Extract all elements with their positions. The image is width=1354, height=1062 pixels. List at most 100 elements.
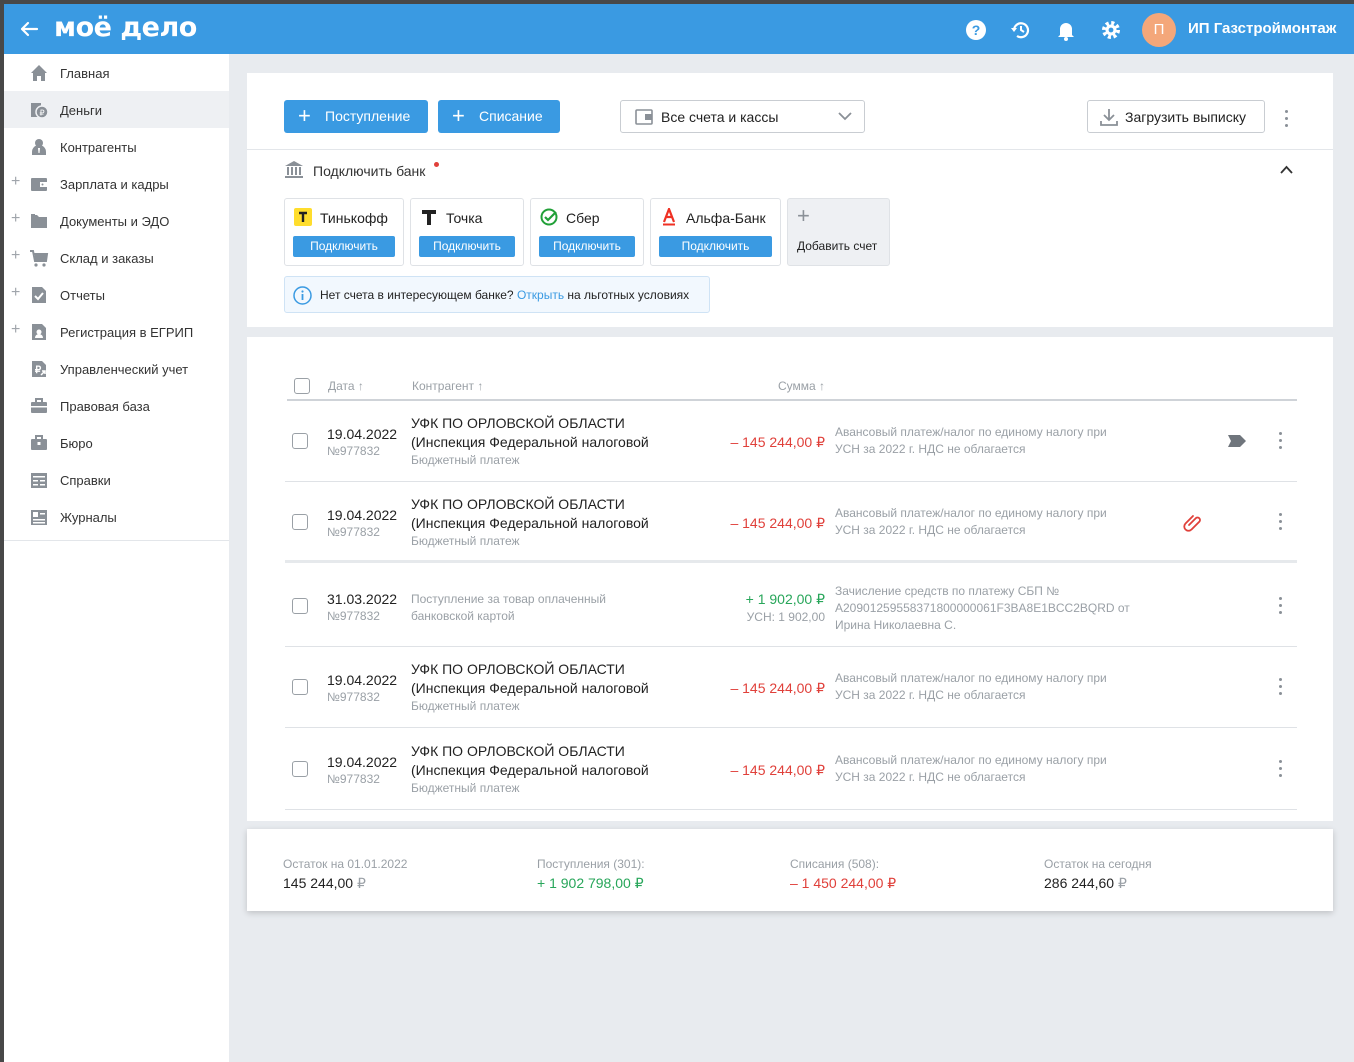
notification-dot: [434, 162, 439, 167]
sidebar-item-home[interactable]: Главная: [4, 54, 229, 91]
add-income-button[interactable]: + Поступление: [284, 100, 428, 133]
row-counterparty-line2: банковской картой: [411, 609, 515, 623]
row-menu-icon[interactable]: [1275, 431, 1285, 451]
home-icon: [31, 65, 47, 81]
row-checkbox[interactable]: [292, 598, 308, 614]
currency-symbol: ₽: [356, 875, 366, 891]
add-account-button[interactable]: + Добавить счет: [787, 198, 890, 266]
add-expense-button[interactable]: + Списание: [438, 100, 560, 133]
connect-alfa-button[interactable]: Подключить: [659, 236, 772, 257]
tag-icon[interactable]: [1227, 434, 1247, 448]
sidebar-item-label: Управленческий учет: [60, 362, 189, 377]
sidebar-item-warehouse[interactable]: + Склад и заказы: [4, 239, 229, 276]
table-row[interactable]: 19.04.2022 №977832 УФК ПО ОРЛОВСКОЙ ОБЛА…: [285, 729, 1297, 810]
bank-card-tinkoff: Тинькофф Подключить: [284, 198, 404, 266]
paperclip-icon[interactable]: [1183, 512, 1203, 532]
sidebar-item-salary[interactable]: + Зарплата и кадры: [4, 165, 229, 202]
upload-statement-button[interactable]: Загрузить выписку: [1087, 100, 1265, 133]
row-description-line2: УСН за 2022 г. НДС не облагается: [835, 770, 1026, 784]
row-counterparty: УФК ПО ОРЛОВСКОЙ ОБЛАСТИ: [411, 743, 625, 759]
row-date: 19.04.2022: [327, 754, 398, 770]
row-description-line2: A20901259558371800000061F3BA8E1BCC2BQRD …: [835, 601, 1130, 615]
top-bar: моё дело ? П ИП Газстроймонтаж: [4, 4, 1354, 54]
svg-text:₽: ₽: [39, 109, 44, 118]
row-description-line2: УСН за 2022 г. НДС не облагается: [835, 523, 1026, 537]
info-suffix: на льготных условиях: [567, 288, 690, 302]
gear-icon[interactable]: [1100, 19, 1122, 41]
table-row[interactable]: 19.04.2022 №977832 УФК ПО ОРЛОВСКОЙ ОБЛА…: [285, 482, 1297, 563]
row-checkbox[interactable]: [292, 761, 308, 777]
chevron-up-icon[interactable]: [1280, 165, 1293, 174]
table-row[interactable]: 31.03.2022 №977832 Поступление за товар …: [285, 566, 1297, 647]
column-date[interactable]: Дата ↑: [328, 379, 364, 393]
row-amount: – 145 244,00 ₽: [730, 515, 825, 531]
row-checkbox[interactable]: [292, 433, 308, 449]
company-name[interactable]: ИП Газстроймонтаж: [1188, 20, 1336, 37]
row-amount: – 145 244,00 ₽: [730, 762, 825, 778]
connect-tinkoff-button[interactable]: Подключить: [293, 236, 395, 257]
sidebar-item-money[interactable]: ₽ Деньги: [4, 91, 229, 128]
row-date: 19.04.2022: [327, 672, 398, 688]
today-balance-value: 286 244,60 ₽: [1044, 875, 1127, 892]
column-sum[interactable]: Сумма ↑: [778, 379, 825, 393]
money-icon: ₽: [31, 103, 49, 119]
sidebar-item-management[interactable]: ₽ Управленческий учет: [4, 350, 229, 387]
tochka-logo-icon: [422, 210, 436, 225]
add-account-label: Добавить счет: [797, 239, 878, 253]
avatar[interactable]: П: [1142, 13, 1176, 47]
chevron-down-icon: [838, 112, 852, 121]
table-row[interactable]: 19.04.2022 №977832 УФК ПО ОРЛОВСКОЙ ОБЛА…: [285, 401, 1297, 482]
back-arrow-icon[interactable]: [18, 18, 40, 40]
row-counterparty-line2: (Инспекция Федеральной налоговой: [411, 515, 649, 531]
sidebar-item-documents[interactable]: + Документы и ЭДО: [4, 202, 229, 239]
sidebar-item-contractors[interactable]: Контрагенты: [4, 128, 229, 165]
references-icon: [31, 473, 47, 488]
help-icon[interactable]: ?: [965, 19, 987, 41]
row-menu-icon[interactable]: [1275, 512, 1285, 532]
expand-plus-icon[interactable]: +: [11, 211, 20, 227]
sidebar-item-legal[interactable]: Правовая база: [4, 387, 229, 424]
select-all-checkbox[interactable]: [294, 378, 310, 394]
journals-icon: [31, 510, 47, 525]
expand-plus-icon[interactable]: +: [11, 285, 20, 301]
bank-name: Сбер: [566, 210, 600, 226]
row-menu-icon[interactable]: [1275, 677, 1285, 697]
row-number: №977832: [327, 609, 380, 623]
row-counterparty: УФК ПО ОРЛОВСКОЙ ОБЛАСТИ: [411, 496, 625, 512]
registration-icon: [32, 324, 46, 340]
sidebar-item-label: Контрагенты: [60, 140, 137, 155]
expand-plus-icon[interactable]: +: [11, 248, 20, 264]
sidebar-item-registration[interactable]: + Регистрация в ЕГРИП: [4, 313, 229, 350]
bank-name: Точка: [446, 210, 483, 226]
sidebar-item-reports[interactable]: + Отчеты: [4, 276, 229, 313]
opening-balance-label: Остаток на 01.01.2022: [283, 857, 408, 871]
open-account-link[interactable]: Открыть: [517, 288, 564, 302]
expand-plus-icon[interactable]: +: [11, 174, 20, 190]
sidebar-item-references[interactable]: Справки: [4, 461, 229, 498]
row-checkbox[interactable]: [292, 514, 308, 530]
report-icon: [32, 287, 46, 303]
row-menu-icon[interactable]: [1275, 596, 1285, 616]
folder-icon: [31, 214, 47, 228]
connect-tochka-button[interactable]: Подключить: [419, 236, 515, 257]
row-menu-icon[interactable]: [1275, 759, 1285, 779]
row-payment-type: Бюджетный платеж: [411, 781, 520, 795]
sidebar-item-bureau[interactable]: Бюро: [4, 424, 229, 461]
sidebar-item-journals[interactable]: Журналы: [4, 498, 229, 535]
accounts-select[interactable]: Все счета и кассы: [620, 100, 865, 133]
table-row[interactable]: 19.04.2022 №977832 УФК ПО ОРЛОВСКОЙ ОБЛА…: [285, 647, 1297, 728]
row-checkbox[interactable]: [292, 679, 308, 695]
sidebar-item-label: Главная: [60, 66, 110, 81]
row-description-line3: Ирина Николаевна С.: [835, 618, 957, 632]
row-payment-type: Бюджетный платеж: [411, 534, 520, 548]
expand-plus-icon[interactable]: +: [11, 322, 20, 338]
app-logo[interactable]: моё дело: [54, 12, 197, 43]
row-number: №977832: [327, 690, 380, 704]
sidebar-item-label: Зарплата и кадры: [60, 177, 169, 192]
more-menu-icon[interactable]: [1281, 109, 1291, 129]
connect-sber-button[interactable]: Подключить: [539, 236, 635, 257]
history-icon[interactable]: [1010, 19, 1032, 41]
column-counterparty[interactable]: Контрагент ↑: [412, 379, 483, 393]
bell-icon[interactable]: [1055, 19, 1077, 41]
tinkoff-logo-icon: [294, 208, 312, 226]
